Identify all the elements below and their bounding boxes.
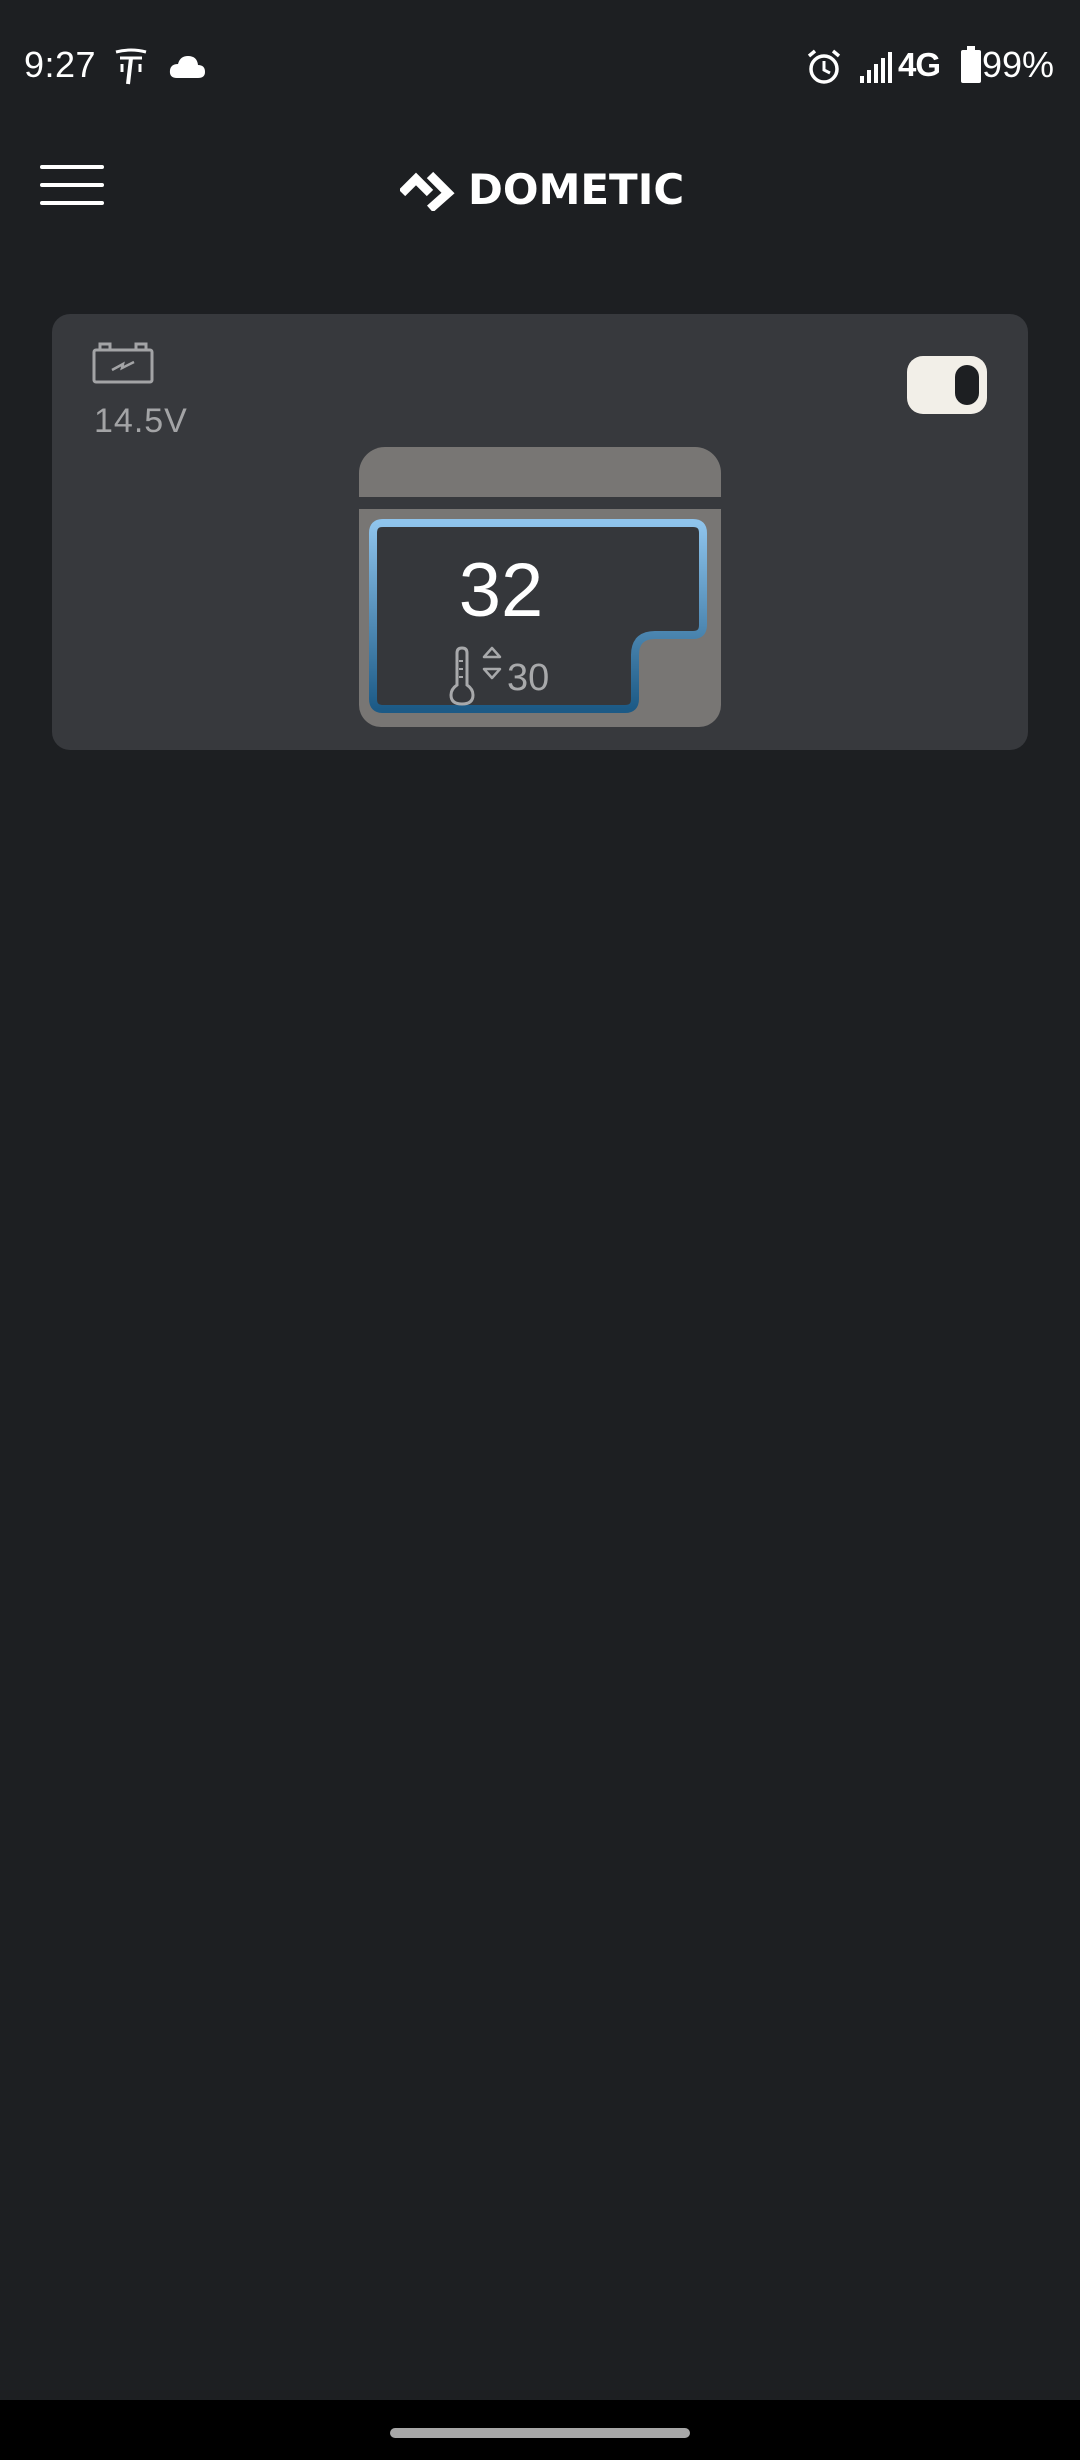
navigation-bar [0,2400,1080,2460]
battery-percent: 99% [981,44,1054,85]
logo-text: DOMETIC [468,165,685,214]
car-battery-icon [92,342,154,384]
device-card[interactable]: 14.5V 32 30 [52,314,1028,750]
status-time: 9:27 [24,44,97,85]
power-toggle[interactable] [907,356,987,414]
battery-voltage: 14.5V [94,402,188,440]
current-temperature: 32 [458,548,544,633]
power-toggle-knob [955,365,979,405]
thermometer-icon [449,646,475,706]
setpoint-temperature: 30 [507,657,550,699]
dometic-logo-mark-icon [400,171,455,211]
battery-status-icon [961,46,981,83]
menu-line [40,183,104,187]
alarm-icon [807,49,841,84]
hamburger-menu-icon[interactable] [40,165,106,215]
cloud-icon [169,56,205,78]
dometic-logo: DOMETIC [400,163,690,219]
menu-line [40,201,104,205]
status-bar: 9:27 4G 99% [0,0,1080,135]
fridge-graphic[interactable]: 32 30 [359,447,721,727]
network-type: 4G [898,46,941,83]
tesla-icon [115,48,147,85]
home-indicator[interactable] [390,2428,690,2438]
setpoint-arrows-icon [482,646,502,680]
app-bar: DOMETIC [0,135,1080,295]
menu-line [40,165,104,169]
signal-icon [860,52,892,83]
